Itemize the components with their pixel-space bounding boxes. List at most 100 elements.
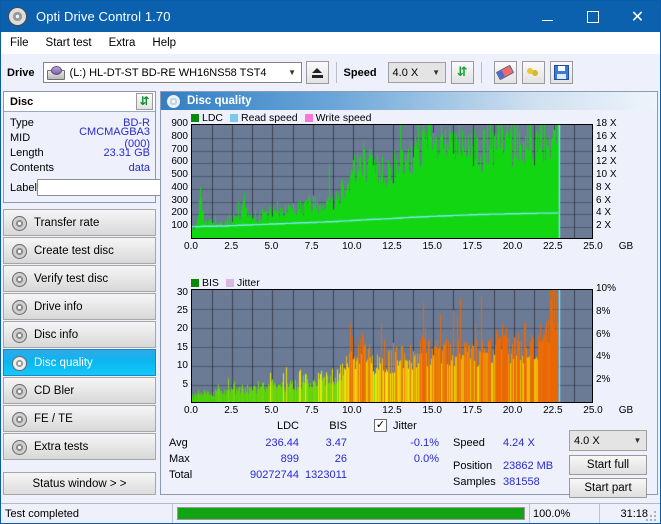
- progress-fill: [178, 508, 524, 519]
- sidebar-item-cd-bler[interactable]: CD Bler: [3, 377, 156, 404]
- maximize-button[interactable]: [570, 1, 615, 32]
- sidebar-label: Extra tests: [34, 440, 89, 453]
- refresh-icon-button[interactable]: ⇵: [450, 61, 474, 84]
- drive-select-value: (L:) HL-DT-ST BD-RE WH16NS58 TST4: [69, 66, 267, 79]
- statistics-table: LDC BIS ✓ Jitter Avg 236.44 3.47 -0.1% M…: [165, 418, 445, 494]
- speed-select[interactable]: 4.0 X ▼: [387, 62, 446, 83]
- axis-tick-label: 15.0: [422, 405, 442, 416]
- disc-icon: [11, 411, 27, 427]
- menu-start-test[interactable]: Start test: [46, 37, 92, 49]
- sidebar-item-create-test-disc[interactable]: Create test disc: [3, 237, 156, 264]
- axis-tick-label: 0.0: [184, 241, 198, 252]
- axis-tick-label: 6%: [596, 328, 611, 340]
- close-button[interactable]: ✕: [615, 1, 660, 32]
- avg-bis: 3.47: [325, 437, 347, 449]
- axis-tick-label: 15: [176, 341, 188, 353]
- max-bis: 26: [334, 453, 347, 465]
- axis-tick-label: GB: [618, 405, 634, 416]
- axis-tick-label: 10.0: [342, 241, 362, 252]
- disc-row-contents: Contents data: [10, 160, 150, 175]
- refresh-icon: ⇵: [456, 65, 468, 80]
- chevron-down-icon: ▼: [432, 68, 440, 77]
- axis-tick-label: 22.5: [543, 241, 563, 252]
- chevron-down-icon: ▼: [633, 436, 642, 445]
- axis-tick-label: 20.0: [502, 405, 523, 416]
- speed-result-label: Speed: [453, 437, 485, 449]
- axis-tick-label: 2.5: [224, 241, 239, 252]
- disc-refresh-button[interactable]: ⇵: [136, 93, 153, 110]
- minimize-button[interactable]: [525, 1, 570, 32]
- axis-tick-label: 5: [182, 378, 188, 390]
- sidebar-label: Disc quality: [34, 356, 93, 369]
- status-window-button[interactable]: Status window > >: [3, 472, 156, 495]
- bis-plot-area: [191, 289, 593, 403]
- max-ldc: 899: [280, 453, 299, 465]
- keys-button[interactable]: [521, 61, 545, 84]
- legend-bis: BIS: [191, 277, 219, 289]
- axis-tick-label: 16 X: [596, 130, 617, 142]
- axis-tick-label: 10: [176, 360, 188, 372]
- legend-swatch: [191, 114, 199, 122]
- sidebar-item-disc-info[interactable]: Disc info: [3, 321, 156, 348]
- row-label-max: Max: [169, 453, 190, 465]
- axis-tick-label: 200: [171, 207, 188, 219]
- axis-tick-label: 6 X: [596, 194, 612, 206]
- legend-jitter: Jitter: [225, 277, 260, 289]
- bis-legend: BIS Jitter: [191, 277, 267, 289]
- disc-label-row: Label: [10, 177, 241, 198]
- sidebar-label: Drive info: [34, 300, 83, 313]
- save-button[interactable]: [549, 61, 573, 84]
- eraser-button[interactable]: [493, 61, 517, 84]
- ldc-legend: LDC Read speed Write speed: [191, 112, 379, 124]
- speed-result-value: 4.24 X: [503, 437, 535, 449]
- sidebar-item-extra-tests[interactable]: Extra tests: [3, 433, 156, 460]
- disc-icon: [11, 439, 27, 455]
- chevron-down-icon: ▼: [288, 68, 296, 77]
- disc-label-label: Label: [10, 181, 37, 194]
- sidebar-item-transfer-rate[interactable]: Transfer rate: [3, 209, 156, 236]
- title-bar: Opti Drive Control 1.70 ✕: [1, 1, 660, 32]
- axis-tick-label: 5.0: [264, 241, 279, 252]
- start-full-button[interactable]: Start full: [569, 455, 647, 475]
- axis-tick-label: 8 X: [596, 181, 612, 193]
- progress-percent: 100.0%: [529, 504, 599, 523]
- axis-tick-label: 4%: [596, 351, 611, 363]
- sidebar-item-verify-test-disc[interactable]: Verify test disc: [3, 265, 156, 292]
- resize-grip-icon[interactable]: [646, 509, 658, 521]
- keys-icon: [526, 66, 541, 79]
- ldc-plot-area: [191, 124, 593, 239]
- disc-icon: [11, 327, 27, 343]
- sidebar-item-disc-quality[interactable]: Disc quality: [3, 349, 156, 376]
- drive-select[interactable]: (L:) HL-DT-ST BD-RE WH16NS58 TST4 ▼: [42, 62, 302, 83]
- col-header-jitter: Jitter: [393, 420, 417, 432]
- toolbar: Drive (L:) HL-DT-ST BD-RE WH16NS58 TST4 …: [1, 54, 660, 91]
- disc-row-length: Length 23.31 GB: [10, 145, 150, 160]
- controls-area: Speed 4.24 X Position 23862 MB Samples 3…: [445, 418, 653, 498]
- menu-file[interactable]: File: [10, 37, 29, 49]
- menu-help[interactable]: Help: [152, 37, 176, 49]
- axis-tick-label: 20: [176, 323, 188, 335]
- axis-tick-label: 600: [171, 156, 188, 168]
- col-header-ldc: LDC: [276, 420, 299, 432]
- axis-tick-label: 30: [176, 286, 188, 298]
- jitter-checkbox[interactable]: ✓: [374, 419, 387, 432]
- disc-type-label: Type: [10, 116, 34, 129]
- sidebar-item-fe-te[interactable]: FE / TE: [3, 405, 156, 432]
- axis-tick-label: 2%: [596, 374, 611, 386]
- disc-mid-label: MID: [10, 131, 31, 144]
- start-part-button[interactable]: Start part: [569, 478, 647, 498]
- sidebar-item-drive-info[interactable]: Drive info: [3, 293, 156, 320]
- eject-button[interactable]: [305, 61, 329, 84]
- axis-tick-label: 17.5: [462, 405, 483, 416]
- menu-extra[interactable]: Extra: [109, 37, 136, 49]
- axis-tick-label: 12.5: [382, 405, 402, 416]
- samples-value: 381558: [503, 476, 540, 488]
- window-title: Opti Drive Control 1.70: [36, 9, 171, 24]
- samples-label: Samples: [453, 476, 496, 488]
- sidebar-label: Transfer rate: [34, 216, 100, 229]
- toolbar-divider: [335, 62, 337, 83]
- test-speed-select[interactable]: 4.0 X ▼: [569, 430, 647, 451]
- legend-label: BIS: [202, 277, 219, 289]
- axis-tick-label: 25: [176, 305, 188, 317]
- legend-swatch: [304, 114, 313, 122]
